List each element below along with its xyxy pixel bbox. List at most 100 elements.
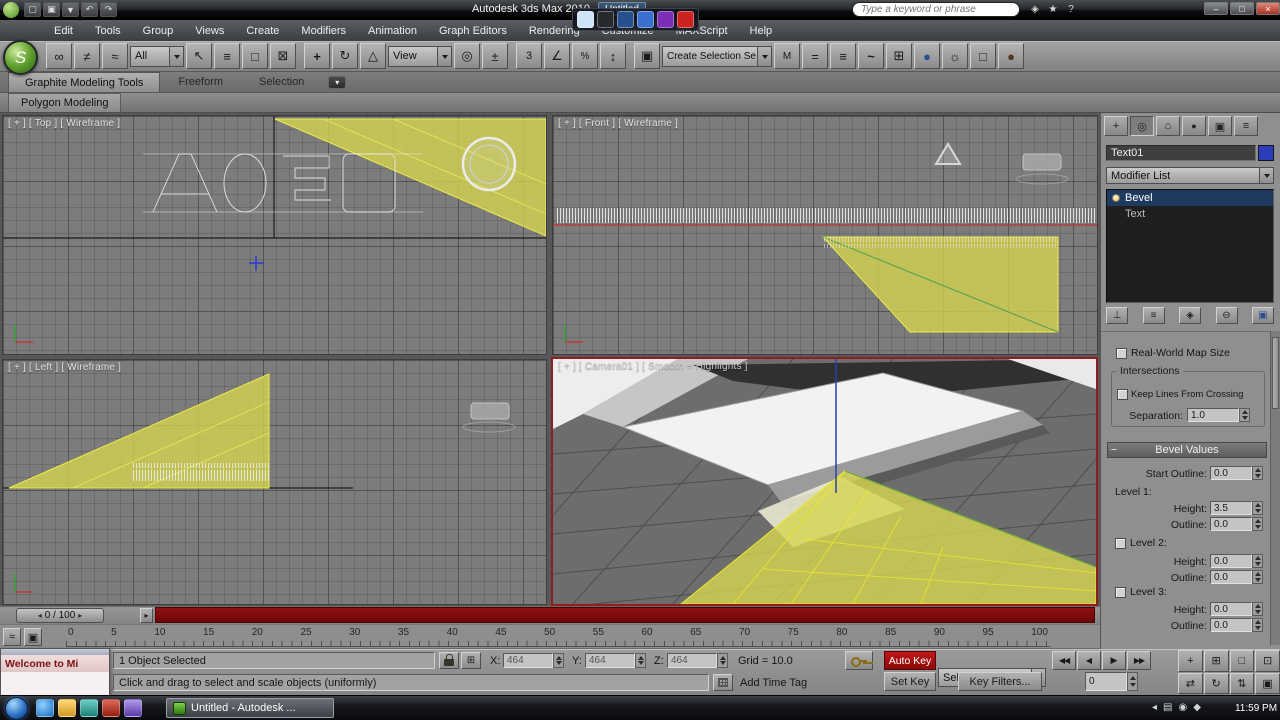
viewport-left-label[interactable]: [ + ] [ Left ] [ Wireframe ] xyxy=(8,362,121,373)
go-to-start-icon[interactable]: ◀◀ xyxy=(1052,651,1076,670)
create-tab-icon[interactable] xyxy=(1104,116,1128,136)
modifier-stack[interactable]: Bevel Text xyxy=(1106,189,1274,303)
dock-app-icon[interactable] xyxy=(677,11,694,28)
time-slider-handle[interactable]: ◂ 0 / 100 ▸ xyxy=(16,608,104,623)
dock-app-icon[interactable] xyxy=(597,11,614,28)
percent-snap-icon[interactable] xyxy=(572,43,598,69)
scrollbar-thumb[interactable] xyxy=(1272,337,1279,409)
viewport-left[interactable]: [ + ] [ Left ] [ Wireframe ] xyxy=(2,359,547,605)
level1-height-spinner[interactable] xyxy=(1252,501,1263,515)
tray-security-icon[interactable]: ◆ xyxy=(1193,702,1201,713)
menu-edit[interactable]: Edit xyxy=(54,25,73,37)
app-shortcut-icon[interactable] xyxy=(102,699,120,717)
tray-volume-icon[interactable]: ◉ xyxy=(1178,702,1187,713)
minimize-button[interactable]: – xyxy=(1204,2,1228,15)
menu-graph-editors[interactable]: Graph Editors xyxy=(439,25,507,37)
close-button[interactable]: × xyxy=(1256,2,1280,15)
show-end-result-icon[interactable] xyxy=(1142,307,1165,324)
add-time-tag[interactable]: Add Time Tag xyxy=(740,677,807,689)
pan-icon[interactable]: ⇄ xyxy=(1178,672,1203,694)
time-tag-icon[interactable] xyxy=(713,674,733,691)
media-player-icon[interactable] xyxy=(80,699,98,717)
reference-coordinate-dropdown[interactable]: View xyxy=(388,45,452,67)
curve-editor-icon[interactable] xyxy=(858,43,884,69)
infocenter-search-input[interactable] xyxy=(852,2,1020,17)
bevel-values-rollout-header[interactable]: − Bevel Values xyxy=(1107,442,1267,458)
spinner-snap-icon[interactable] xyxy=(600,43,626,69)
favorites-star-icon[interactable]: ★ xyxy=(1044,2,1062,17)
communication-center-icon[interactable]: ◈ xyxy=(1026,2,1044,17)
next-frame-nub-icon[interactable]: ▸ xyxy=(75,611,85,620)
viewport-top[interactable]: [ + ] [ Top ] [ Wireframe ] xyxy=(2,115,547,355)
level3-outline-field[interactable]: 0.0 xyxy=(1210,618,1252,632)
orbit-icon[interactable]: ↻ xyxy=(1203,672,1229,694)
keep-lines-checkbox[interactable] xyxy=(1117,389,1128,400)
motion-tab-icon[interactable] xyxy=(1182,116,1206,136)
zoom-extents-icon[interactable]: □ xyxy=(1229,650,1255,672)
polygon-modeling-panel[interactable]: Polygon Modeling xyxy=(8,93,122,112)
set-keys-icon[interactable] xyxy=(845,651,873,670)
viewport-camera-label[interactable]: [ + ] [ Camera01 ] [ Smooth + Highlights… xyxy=(558,361,748,372)
viewport-front-label[interactable]: [ + ] [ Front ] [ Wireframe ] xyxy=(558,118,678,129)
x-coord-field[interactable]: 464 xyxy=(503,653,553,668)
separation-field[interactable]: 1.0 xyxy=(1187,408,1239,422)
use-pivot-center-icon[interactable] xyxy=(454,43,480,69)
previous-frame-nub-icon[interactable]: ◂ xyxy=(35,611,45,620)
snaps-toggle-icon[interactable] xyxy=(516,43,542,69)
level1-outline-field[interactable]: 0.0 xyxy=(1210,517,1252,531)
utilities-tab-icon[interactable] xyxy=(1234,116,1258,136)
z-coord-field[interactable]: 464 xyxy=(667,653,717,668)
viewport-front-canvas[interactable] xyxy=(553,116,1098,355)
bind-to-space-warp-icon[interactable] xyxy=(102,43,128,69)
select-and-move-icon[interactable] xyxy=(304,43,330,69)
previous-frame-icon[interactable]: ◀ xyxy=(1077,651,1101,670)
menu-create[interactable]: Create xyxy=(246,25,279,37)
redo-button[interactable]: ↷ xyxy=(100,2,117,17)
rotate-gizmo[interactable] xyxy=(461,136,517,192)
pin-stack-icon[interactable] xyxy=(1106,307,1128,324)
dock-app-icon[interactable] xyxy=(577,11,594,28)
start-outline-field[interactable]: 0.0 xyxy=(1210,466,1252,480)
zoom-icon[interactable]: + xyxy=(1178,650,1203,672)
save-file-button[interactable]: ▼ xyxy=(62,2,79,17)
render-production-icon[interactable] xyxy=(998,43,1024,69)
dock-app-icon[interactable] xyxy=(637,11,654,28)
remove-modifier-icon[interactable] xyxy=(1215,307,1238,324)
tab-selection[interactable]: Selection xyxy=(241,72,322,92)
time-slider-track[interactable] xyxy=(155,607,1095,623)
start-outline-spinner[interactable] xyxy=(1252,466,1263,480)
display-tab-icon[interactable] xyxy=(1208,116,1232,136)
help-icon[interactable]: ? xyxy=(1062,2,1080,17)
select-and-rotate-icon[interactable] xyxy=(332,43,358,69)
window-crossing-icon[interactable] xyxy=(270,43,296,69)
edit-named-selections-icon[interactable] xyxy=(634,43,660,69)
level3-outline-spinner[interactable] xyxy=(1252,618,1263,632)
welcome-screen-window[interactable]: Welcome to Mi xyxy=(0,648,110,717)
viewport-top-label[interactable]: [ + ] [ Top ] [ Wireframe ] xyxy=(8,118,120,129)
dock-app-icon[interactable] xyxy=(657,11,674,28)
dock-app-icon[interactable] xyxy=(617,11,634,28)
modifier-enabled-icon[interactable] xyxy=(1112,194,1120,202)
level2-height-field[interactable]: 0.0 xyxy=(1210,554,1252,568)
viewport-front[interactable]: [ + ] [ Front ] [ Wireframe ] xyxy=(552,115,1098,355)
undo-button[interactable]: ↶ xyxy=(81,2,98,17)
level2-checkbox[interactable] xyxy=(1115,537,1126,549)
named-selection-dropdown[interactable]: Create Selection Se xyxy=(662,45,772,67)
viewport-camera[interactable]: [ + ] [ Camera01 ] [ Smooth + Highlights… xyxy=(551,357,1098,606)
schematic-view-icon[interactable] xyxy=(886,43,912,69)
level3-height-field[interactable]: 0.0 xyxy=(1210,602,1252,616)
layer-manager-icon[interactable] xyxy=(830,43,856,69)
welcome-window-title[interactable]: Welcome to Mi xyxy=(1,655,109,672)
level1-outline-spinner[interactable] xyxy=(1252,517,1263,531)
parameters-scrollbar[interactable] xyxy=(1270,331,1280,645)
y-coord-spinner[interactable] xyxy=(635,653,646,668)
hierarchy-tab-icon[interactable] xyxy=(1156,116,1180,136)
taskbar-clock[interactable]: 11:59 PM xyxy=(1232,696,1280,720)
align-icon[interactable] xyxy=(802,43,828,69)
menu-views[interactable]: Views xyxy=(195,25,224,37)
menu-modifiers[interactable]: Modifiers xyxy=(301,25,346,37)
make-unique-icon[interactable] xyxy=(1179,307,1201,324)
menu-group[interactable]: Group xyxy=(143,25,174,37)
menu-animation[interactable]: Animation xyxy=(368,25,417,37)
viewport-left-canvas[interactable] xyxy=(3,360,547,605)
